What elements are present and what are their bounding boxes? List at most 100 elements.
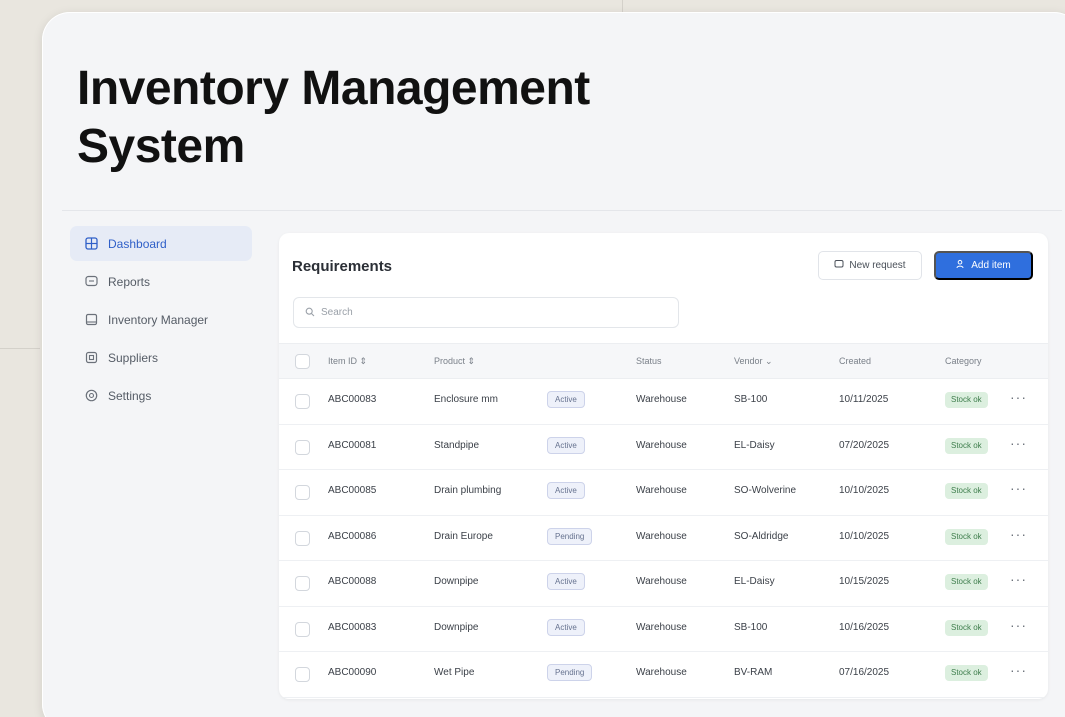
search-input[interactable]	[321, 307, 661, 318]
row-checkbox[interactable]	[295, 530, 310, 546]
sidebar-item-suppliers[interactable]: Suppliers	[70, 340, 252, 375]
table-row[interactable]: ABC00081 Standpipe Active Warehouse EL-Daisy…	[279, 425, 1048, 470]
column-header-vendor[interactable]: Vendor ⌄	[734, 356, 773, 367]
column-header-status[interactable]: Status	[636, 356, 662, 366]
status-badge: Stock ok	[945, 528, 988, 545]
grid-icon	[84, 237, 98, 251]
product-cell: Drain plumbing	[434, 485, 502, 496]
created-cell: 10/15/2025	[839, 576, 890, 587]
more-actions-icon[interactable]: ···	[1010, 617, 1027, 633]
search-box[interactable]	[293, 297, 679, 328]
vendor-cell: EL-Daisy	[734, 439, 775, 451]
status-badge: Stock ok	[945, 392, 988, 408]
table-row[interactable]: ABC00083 Enclosure mm Active Warehouse SB-10…	[279, 379, 1048, 425]
item-id-cell: ABC00086	[328, 530, 377, 542]
status-badge: Stock ok	[945, 483, 988, 499]
type-badge: Active	[547, 618, 585, 636]
row-checkbox[interactable]	[295, 621, 310, 637]
more-actions-icon[interactable]: ···	[1010, 480, 1027, 496]
created-cell: 10/16/2025	[839, 621, 890, 633]
gear-icon	[84, 389, 98, 403]
vendor-cell: SO-Aldridge	[734, 530, 789, 542]
more-actions-icon[interactable]: ···	[1010, 571, 1027, 587]
sidebar-item-label: Suppliers	[108, 350, 159, 365]
type-badge: Active	[547, 436, 585, 454]
box-icon	[84, 313, 98, 327]
sidebar-item-inventory[interactable]: Inventory Manager	[70, 302, 252, 337]
row-checkbox[interactable]	[295, 394, 310, 409]
vendor-cell: BV-RAM	[734, 667, 773, 678]
product-cell: Downpipe	[434, 621, 479, 633]
add-item-button[interactable]: Add item	[934, 251, 1033, 280]
created-cell: 10/10/2025	[839, 530, 890, 542]
page-title: Inventory Management System	[77, 62, 590, 173]
product-cell: Wet Pipe	[434, 667, 475, 678]
status-cell: Warehouse	[636, 621, 687, 633]
column-header-created[interactable]: Created	[839, 356, 871, 366]
sidebar-item-dashboard[interactable]: Dashboard	[70, 226, 252, 261]
column-header-category[interactable]: Category	[945, 356, 982, 366]
product-cell: Downpipe	[434, 576, 479, 587]
button-label: New request	[849, 260, 906, 271]
created-cell: 10/11/2025	[839, 394, 889, 405]
status-cell: Warehouse	[636, 667, 687, 678]
item-id-cell: ABC00090	[328, 667, 377, 678]
vendor-cell: SO-Wolverine	[734, 485, 797, 496]
chat-icon	[84, 275, 98, 289]
item-id-cell: ABC00081	[328, 439, 377, 451]
status-badge: Stock ok	[945, 437, 988, 454]
row-checkbox[interactable]	[295, 485, 310, 500]
sidebar-item-label: Dashboard	[108, 236, 167, 251]
status-cell: Warehouse	[636, 394, 687, 405]
search-icon	[305, 304, 315, 322]
type-badge: Active	[547, 573, 585, 590]
more-actions-icon[interactable]: ···	[1010, 526, 1027, 542]
created-cell: 07/20/2025	[839, 439, 890, 451]
type-badge: Pending	[547, 527, 593, 545]
table-row[interactable]: ABC00086 Drain Europe Pending Warehouse SO-A…	[279, 516, 1048, 561]
background-line	[0, 348, 40, 349]
product-cell: Standpipe	[434, 439, 480, 451]
tag-icon	[84, 351, 98, 365]
table-row[interactable]: ABC00088 Downpipe Active Warehouse EL-Daisy 1…	[279, 561, 1048, 607]
type-badge: Active	[547, 482, 585, 499]
table-row[interactable]: ABC00083 Downpipe Active Warehouse SB-100 10/…	[279, 607, 1048, 652]
requirements-panel: Requirements New request Add item Item I…	[279, 233, 1048, 699]
more-actions-icon[interactable]: ···	[1010, 435, 1027, 451]
row-checkbox[interactable]	[295, 576, 310, 591]
table-row[interactable]: ABC00090 Wet Pipe Pending Warehouse BV-RAM 07…	[279, 652, 1048, 698]
sidebar-item-reports[interactable]: Reports	[70, 264, 252, 299]
row-checkbox[interactable]	[295, 667, 310, 682]
product-cell: Drain Europe	[434, 530, 493, 542]
status-cell: Warehouse	[636, 485, 687, 496]
item-id-cell: ABC00088	[328, 576, 377, 587]
more-actions-icon[interactable]: ···	[1010, 662, 1027, 678]
column-header-item-id[interactable]: Item ID ⇕	[328, 356, 367, 367]
vendor-cell: SB-100	[734, 394, 768, 405]
item-id-cell: ABC00083	[328, 394, 377, 405]
table-header: Item ID ⇕ Product ⇕ Status Vendor ⌄ Crea…	[279, 343, 1048, 379]
message-icon	[834, 259, 844, 272]
more-actions-icon[interactable]: ···	[1010, 389, 1027, 405]
type-badge: Active	[547, 391, 585, 408]
created-cell: 07/16/2025	[839, 667, 890, 678]
user-plus-icon	[956, 259, 966, 272]
divider	[62, 210, 1062, 211]
status-badge: Stock ok	[945, 619, 988, 636]
row-checkbox[interactable]	[295, 439, 310, 455]
item-id-cell: ABC00083	[328, 621, 377, 633]
created-cell: 10/10/2025	[839, 485, 890, 496]
sidebar-item-label: Inventory Manager	[108, 312, 209, 327]
status-badge: Stock ok	[945, 574, 988, 590]
vendor-cell: EL-Daisy	[734, 576, 775, 587]
select-all-checkbox[interactable]	[295, 354, 310, 369]
item-id-cell: ABC00085	[328, 485, 377, 496]
table-row[interactable]: ABC00085 Drain plumbing Active Warehouse SO-…	[279, 470, 1048, 516]
status-cell: Warehouse	[636, 576, 687, 587]
button-label: Add item	[971, 260, 1011, 271]
column-header-product[interactable]: Product ⇕	[434, 356, 475, 367]
panel-title: Requirements	[292, 258, 393, 275]
sidebar-item-label: Settings	[108, 388, 152, 403]
sidebar-item-settings[interactable]: Settings	[70, 378, 252, 413]
new-request-button[interactable]: New request	[818, 251, 922, 280]
